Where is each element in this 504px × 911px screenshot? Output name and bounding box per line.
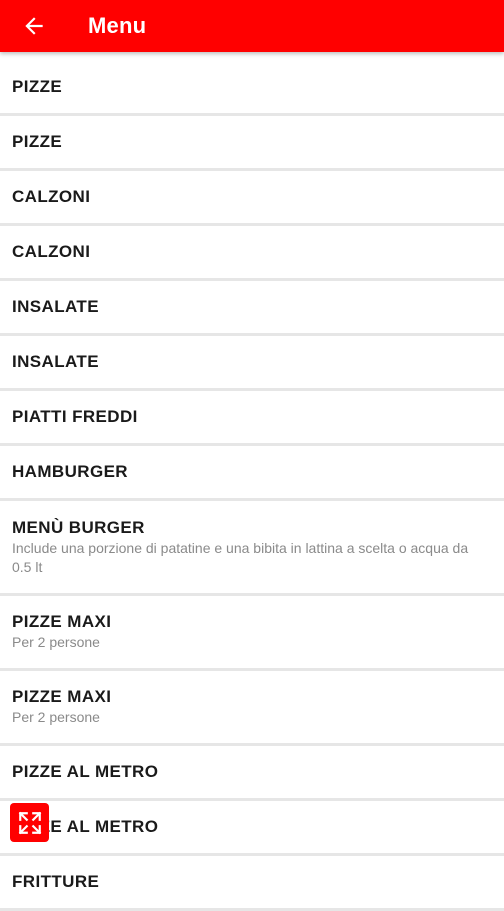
menu-category-list: PIZZE PIZZE CALZONI CALZONI INSALATE INS…: [0, 61, 504, 911]
menu-category-description: Per 2 persone: [12, 634, 100, 650]
menu-category-item[interactable]: CALZONI: [0, 171, 504, 226]
menu-category-label: FRITTURE: [12, 872, 100, 891]
menu-category-item[interactable]: INSALATE: [0, 336, 504, 391]
menu-category-label: CALZONI: [12, 242, 91, 261]
menu-category-label: PIZZE MAXI: [12, 687, 112, 706]
arrow-left-icon: [25, 17, 43, 35]
menu-category-item[interactable]: PIATTI FREDDI: [0, 391, 504, 446]
menu-category-label: INSALATE: [12, 297, 99, 316]
menu-category-item[interactable]: PIZZE AL METRO: [0, 801, 504, 856]
menu-category-label: CALZONI: [12, 187, 91, 206]
menu-category-label: PIZZE: [12, 77, 63, 96]
expand-icon: [18, 811, 41, 834]
menu-category-label: HAMBURGER: [12, 462, 128, 481]
menu-category-item[interactable]: CALZONI: [0, 226, 504, 281]
menu-category-item[interactable]: MENÙ BURGER Include una porzione di pata…: [0, 501, 504, 596]
menu-category-item[interactable]: PIZZE AL METRO: [0, 746, 504, 801]
menu-category-label: PIZZE MAXI: [12, 612, 112, 631]
menu-category-description: Per 2 persone: [12, 709, 100, 725]
menu-category-item[interactable]: FRITTURE: [0, 856, 504, 911]
page-title: Menu: [88, 13, 147, 38]
menu-category-item[interactable]: PIZZE: [0, 61, 504, 116]
menu-category-item[interactable]: PIZZE MAXI Per 2 persone: [0, 671, 504, 746]
menu-category-item[interactable]: INSALATE: [0, 281, 504, 336]
menu-category-item[interactable]: HAMBURGER: [0, 446, 504, 501]
menu-category-description: Include una porzione di patatine e una b…: [12, 539, 469, 575]
menu-category-item[interactable]: PIZZE: [0, 116, 504, 171]
menu-category-label: PIZZE: [12, 132, 63, 151]
menu-category-label: INSALATE: [12, 352, 99, 371]
app-bar: Menu: [0, 0, 504, 52]
menu-category-label: MENÙ BURGER: [12, 517, 145, 537]
menu-category-item[interactable]: PIZZE MAXI Per 2 persone: [0, 596, 504, 671]
menu-category-label: PIATTI FREDDI: [12, 407, 138, 426]
menu-category-label: PIZZE AL METRO: [12, 762, 159, 781]
menu-category-label: PIZZE AL METRO: [12, 817, 159, 836]
back-button[interactable]: [8, 0, 60, 52]
expand-button[interactable]: [10, 803, 49, 842]
